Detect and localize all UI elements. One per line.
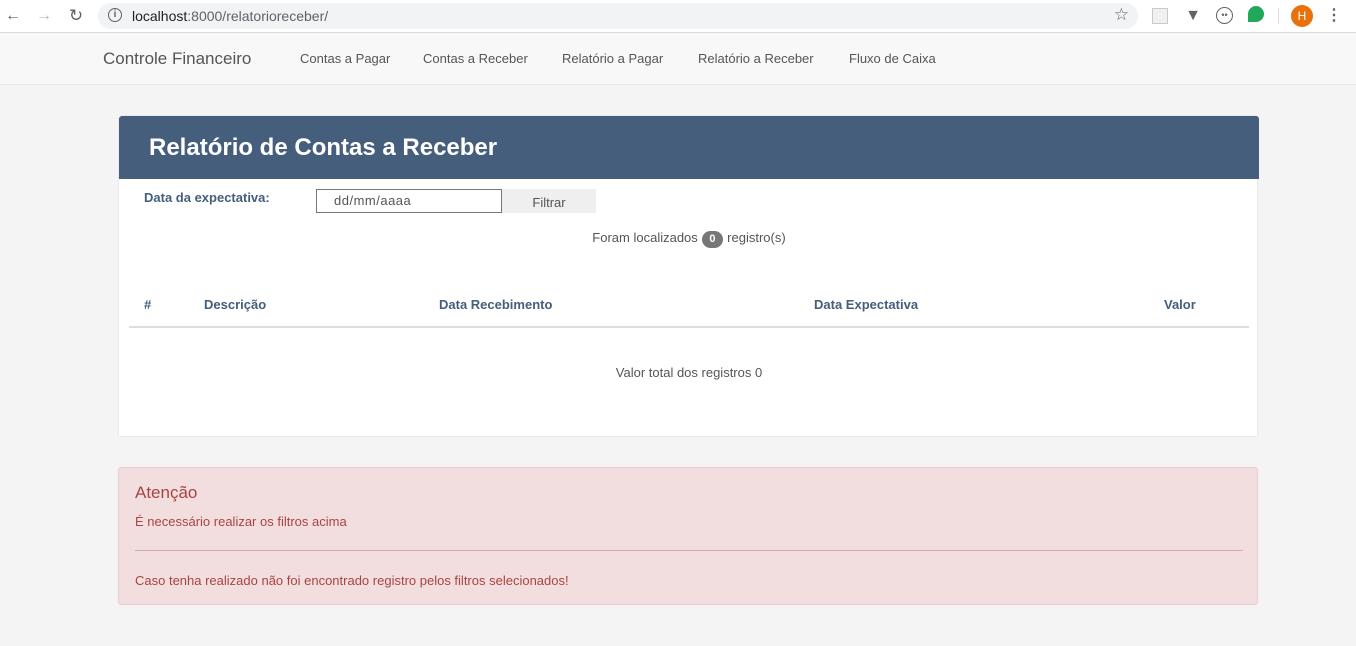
app-navbar: Controle Financeiro Contas a Pagar Conta…	[0, 34, 1356, 85]
back-arrow-icon[interactable]: ←	[2, 5, 24, 27]
nav-fluxo-de-caixa[interactable]: Fluxo de Caixa	[849, 51, 936, 66]
nav-relatorio-a-receber[interactable]: Relatório a Receber	[698, 51, 814, 66]
found-suffix: registro(s)	[727, 230, 786, 245]
column-header-descricao: Descrição	[204, 297, 267, 312]
extension-circle-icon[interactable]: ••	[1216, 7, 1233, 24]
report-panel: Relatório de Contas a Receber Data da ex…	[118, 115, 1259, 437]
filter-label: Data da expectativa:	[144, 190, 270, 205]
total-value-text: Valor total dos registros 0	[615, 365, 763, 380]
date-input[interactable]: dd/mm/aaaa	[316, 189, 502, 213]
nav-contas-a-receber[interactable]: Contas a Receber	[423, 51, 528, 66]
alert-title: Atenção	[135, 483, 198, 502]
url-path: :8000/relatorioreceber/	[187, 8, 329, 24]
address-bar[interactable]: i localhost:8000/relatorioreceber/ ☆	[98, 3, 1138, 29]
alert-message-no-records: Caso tenha realizado não foi encontrado …	[135, 573, 569, 588]
nav-contas-a-pagar[interactable]: Contas a Pagar	[300, 51, 390, 66]
page-title: Relatório de Contas a Receber	[149, 134, 498, 161]
filter-button[interactable]: Filtrar	[502, 189, 596, 213]
url-host: localhost	[132, 8, 188, 24]
url-text[interactable]: localhost:8000/relatorioreceber/	[132, 8, 328, 24]
alert-message-filters: É necessário realizar os filtros acima	[135, 514, 347, 529]
profile-avatar[interactable]: H	[1291, 5, 1313, 27]
column-header-data-expectativa: Data Expectativa	[814, 297, 919, 312]
column-header-number: #	[144, 297, 152, 312]
green-leaf-icon[interactable]	[1248, 6, 1264, 22]
reload-icon[interactable]: ↻	[65, 5, 87, 27]
brand-link[interactable]: Controle Financeiro	[103, 49, 251, 69]
panel-header: Relatório de Contas a Receber	[119, 116, 1259, 179]
info-icon[interactable]: i	[108, 8, 122, 22]
warning-alert: Atenção É necessário realizar os filtros…	[118, 467, 1258, 605]
bookmark-star-icon[interactable]: ☆	[1114, 5, 1129, 25]
extension-icon[interactable]	[1152, 8, 1168, 24]
toolbar-divider	[1278, 8, 1279, 24]
found-prefix: Foram localizados	[592, 230, 698, 245]
column-header-valor: Valor	[1164, 297, 1196, 312]
nav-relatorio-a-pagar[interactable]: Relatório a Pagar	[562, 51, 663, 66]
record-count-badge: 0	[702, 231, 723, 248]
alert-divider	[135, 550, 1243, 551]
vue-devtools-icon[interactable]: ▼	[1184, 7, 1202, 25]
records-found-text: Foram localizados 0 registro(s)	[119, 230, 1259, 248]
column-header-data-recebimento: Data Recebimento	[439, 297, 553, 312]
forward-arrow-icon[interactable]: →	[33, 5, 55, 27]
browser-toolbar: ← → ↻ i localhost:8000/relatorioreceber/…	[0, 0, 1356, 33]
menu-kebab-icon[interactable]: ⋮	[1326, 5, 1342, 27]
table-header-divider	[129, 326, 1249, 328]
